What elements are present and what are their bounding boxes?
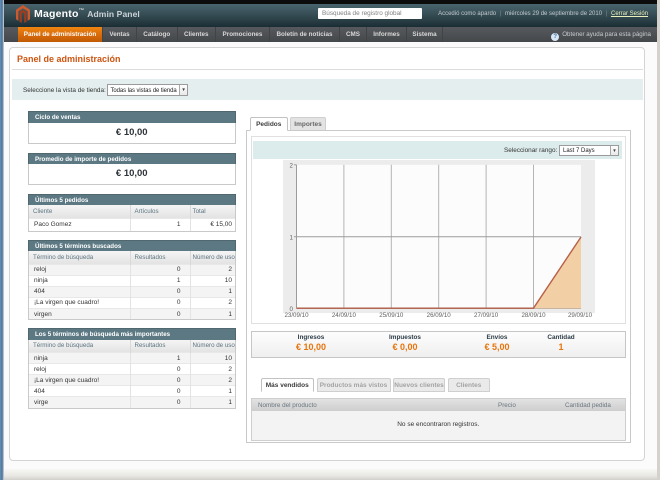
svg-text:24/09/10: 24/09/10 <box>332 312 357 318</box>
svg-text:2: 2 <box>290 163 294 170</box>
svg-text:23/09/10: 23/09/10 <box>284 312 309 318</box>
svg-text:28/09/10: 28/09/10 <box>521 312 546 318</box>
svg-text:1: 1 <box>290 235 294 242</box>
svg-text:27/09/10: 27/09/10 <box>474 312 499 318</box>
svg-text:26/09/10: 26/09/10 <box>427 312 452 318</box>
svg-text:25/09/10: 25/09/10 <box>379 312 404 318</box>
svg-text:29/09/10: 29/09/10 <box>568 312 593 318</box>
